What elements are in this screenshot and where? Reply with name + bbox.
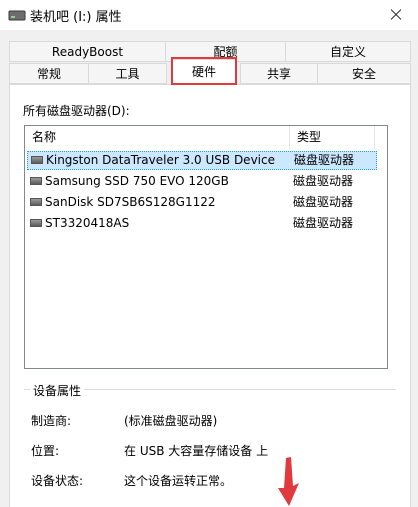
device-name: ST3320418AS (45, 216, 130, 230)
manufacturer-label: 制造商: (31, 414, 72, 428)
location-label: 位置: (31, 444, 60, 458)
tab-general[interactable]: 常规 (9, 63, 89, 84)
list-item[interactable]: Kingston DataTraveler 3.0 USB Device 磁盘驱… (27, 151, 377, 170)
hard-drive-icon (30, 198, 42, 206)
annotation-arrow-icon (278, 457, 299, 506)
device-type: 磁盘驱动器 (293, 216, 354, 230)
manufacturer-value: (标准磁盘驱动器) (124, 414, 218, 428)
tab-customize[interactable]: 自定义 (285, 41, 411, 62)
hard-drive-icon (31, 156, 43, 164)
device-type: 磁盘驱动器 (294, 153, 355, 167)
annotation-highlight-box (171, 57, 237, 85)
disk-drive-list[interactable]: 名称 类型 Kingston DataTraveler 3.0 USB Devi… (24, 125, 388, 369)
column-header-type[interactable]: 类型 (290, 126, 375, 149)
close-button[interactable] (372, 0, 418, 30)
device-type: 磁盘驱动器 (293, 195, 354, 209)
title-bar: 装机吧 (I:) 属性 (0, 0, 418, 30)
device-name: Kingston DataTraveler 3.0 USB Device (46, 153, 275, 167)
list-item[interactable]: ST3320418AS 磁盘驱动器 (27, 214, 377, 233)
location-value: 在 USB 大容量存储设备 上 (124, 444, 269, 458)
device-type: 磁盘驱动器 (293, 174, 354, 188)
status-value: 这个设备运转正常。 (124, 474, 233, 488)
window-title: 装机吧 (I:) 属性 (30, 10, 122, 25)
hard-drive-icon (30, 177, 42, 185)
column-header-name[interactable]: 名称 (25, 126, 290, 149)
drive-icon (8, 10, 26, 21)
tab-readyboost[interactable]: ReadyBoost (9, 41, 166, 62)
status-label: 设备状态: (31, 474, 84, 488)
list-item[interactable]: SanDisk SD7SB6S128G1122 磁盘驱动器 (27, 193, 377, 212)
device-name: Samsung SSD 750 EVO 120GB (45, 174, 229, 188)
list-caption: 所有磁盘驱动器(D): (23, 104, 130, 118)
tab-tools[interactable]: 工具 (88, 63, 167, 84)
tab-sharing[interactable]: 共享 (240, 63, 318, 84)
hard-drive-icon (30, 219, 42, 227)
group-title: 设备属性 (30, 382, 85, 399)
list-item[interactable]: Samsung SSD 750 EVO 120GB 磁盘驱动器 (27, 172, 377, 191)
device-name: SanDisk SD7SB6S128G1122 (45, 195, 216, 209)
tab-security[interactable]: 安全 (317, 63, 411, 84)
